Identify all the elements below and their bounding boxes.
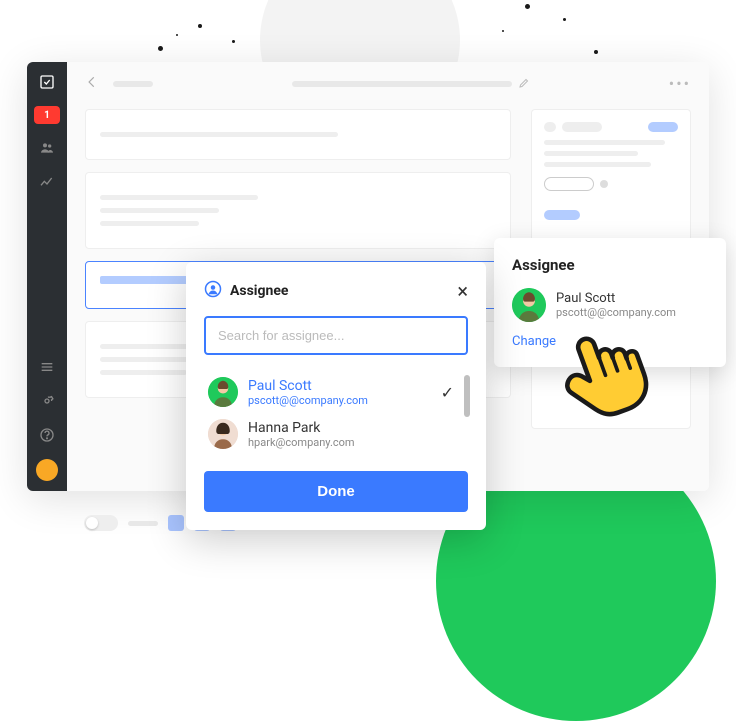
- scrollbar-thumb[interactable]: [464, 375, 470, 417]
- nav-analytics-icon[interactable]: [37, 172, 57, 192]
- back-arrow-icon[interactable]: [85, 74, 99, 93]
- check-icon: ✓: [441, 383, 464, 402]
- assignee-card-title: Assignee: [512, 256, 708, 274]
- nav-user-avatar[interactable]: [36, 459, 58, 481]
- breadcrumb-skeleton: [113, 81, 153, 87]
- assignee-picker: Assignee × Paul Scott pscott@@company.co…: [186, 262, 486, 530]
- nav-notification-badge[interactable]: 1: [34, 106, 60, 124]
- topbar: •••: [85, 74, 691, 93]
- more-menu-icon[interactable]: •••: [669, 74, 691, 93]
- left-rail: 1: [27, 62, 67, 491]
- option-email: pscott@@company.com: [248, 394, 368, 407]
- assignee-option[interactable]: Hanna Park hpark@company.com: [204, 413, 468, 455]
- user-circle-icon: [204, 280, 222, 302]
- content-card: [85, 109, 511, 160]
- avatar: [208, 419, 238, 449]
- assignee-name: Paul Scott: [556, 291, 676, 306]
- close-icon[interactable]: ×: [457, 281, 468, 301]
- title-skeleton: [292, 81, 512, 87]
- option-name: Hanna Park: [248, 420, 355, 436]
- nav-settings-icon[interactable]: [37, 391, 57, 411]
- filter-pill[interactable]: [544, 177, 594, 191]
- action-square[interactable]: [168, 515, 184, 531]
- option-name: Paul Scott: [248, 378, 368, 394]
- done-button[interactable]: Done: [204, 471, 468, 512]
- content-card: [85, 172, 511, 249]
- option-email: hpark@company.com: [248, 436, 355, 449]
- edit-pencil-icon[interactable]: [518, 74, 530, 93]
- nav-menu-icon[interactable]: [37, 357, 57, 377]
- assignee-option[interactable]: Paul Scott pscott@@company.com ✓: [204, 371, 468, 413]
- nav-checklist-icon[interactable]: [37, 72, 57, 92]
- assignee-search-input[interactable]: [204, 316, 468, 355]
- avatar: [512, 288, 546, 322]
- cursor-hand-icon: [546, 316, 656, 426]
- toggle-switch[interactable]: [84, 515, 118, 531]
- nav-help-icon[interactable]: [37, 425, 57, 445]
- assignee-option-list: Paul Scott pscott@@company.com ✓ Hanna P…: [204, 371, 468, 455]
- picker-title: Assignee: [230, 283, 288, 299]
- avatar: [208, 377, 238, 407]
- nav-people-icon[interactable]: [37, 138, 57, 158]
